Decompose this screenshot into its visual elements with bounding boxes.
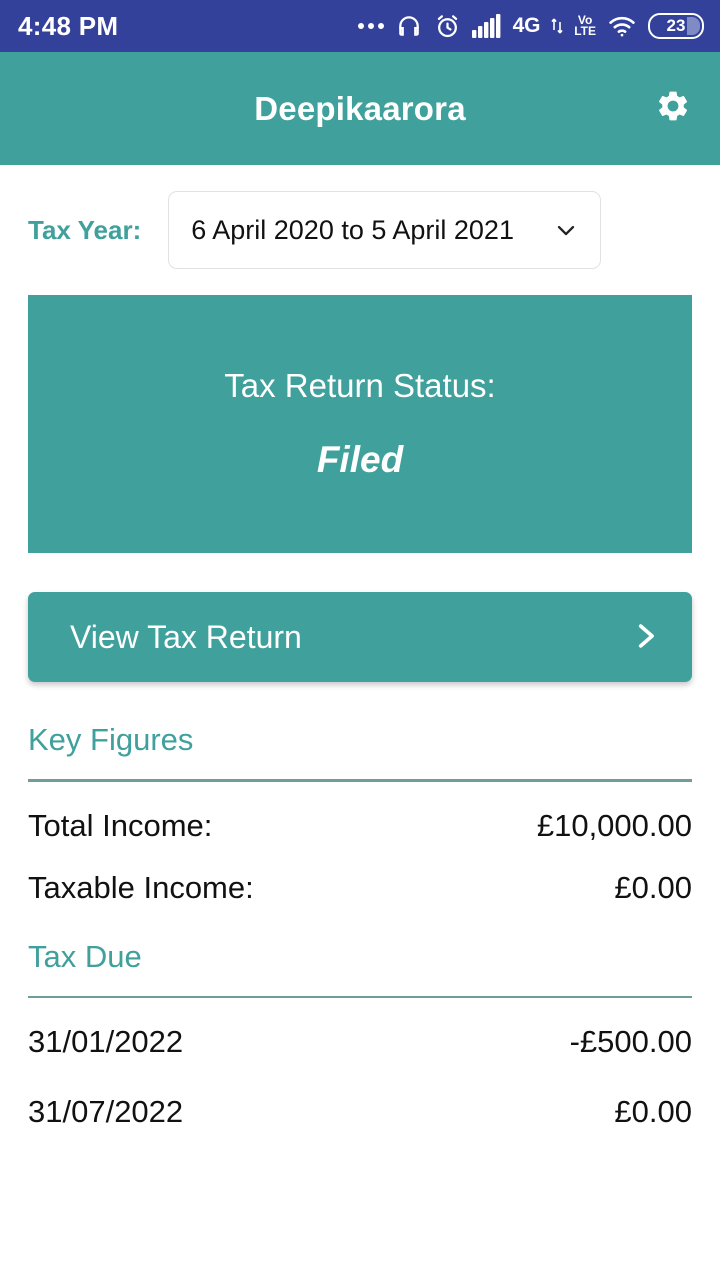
table-row: Taxable Income: £0.00 xyxy=(28,844,692,906)
row-label: 31/07/2022 xyxy=(28,1094,184,1129)
table-row: Total Income: £10,000.00 xyxy=(28,782,692,844)
status-badge: Filed xyxy=(316,439,404,480)
view-tax-return-label: View Tax Return xyxy=(70,618,302,655)
gear-icon xyxy=(655,88,691,129)
tax-due-section-header: Tax Due xyxy=(28,938,692,998)
battery-level-label: 23 xyxy=(666,16,686,35)
key-figures-section-header: Key Figures xyxy=(28,722,692,782)
tax-return-status-card: Tax Return Status: Filed xyxy=(28,295,692,553)
more-dots-icon xyxy=(357,23,384,29)
wifi-icon xyxy=(607,14,637,38)
tax-year-dropdown[interactable]: 6 April 2020 to 5 April 2021 xyxy=(168,191,602,269)
headphones-icon xyxy=(395,13,423,39)
network-type-icon: 4G xyxy=(512,14,541,37)
app-screen: 4:48 PM 4G Vo LTE 23 Deepikaarora Tax Ye… xyxy=(0,0,720,1280)
key-figures-title: Key Figures xyxy=(28,722,194,757)
signal-bars-icon xyxy=(471,14,502,38)
chevron-right-icon xyxy=(628,617,662,658)
battery-indicator: 23 xyxy=(648,13,704,39)
table-row: 31/07/2022 £0.00 xyxy=(28,1060,692,1130)
alarm-clock-icon xyxy=(434,13,461,40)
app-bar: Deepikaarora xyxy=(0,52,720,165)
tax-year-selected-value: 6 April 2020 to 5 April 2021 xyxy=(191,214,514,245)
status-bar-clock: 4:48 PM xyxy=(18,10,119,41)
table-row: 31/01/2022 -£500.00 xyxy=(28,998,692,1060)
tax-return-status-label: Tax Return Status: xyxy=(224,367,496,404)
view-tax-return-button[interactable]: View Tax Return xyxy=(28,592,692,682)
volte-icon: Vo LTE xyxy=(574,14,596,38)
settings-button[interactable] xyxy=(650,86,696,132)
status-bar-icons: 4G Vo LTE 23 xyxy=(357,13,704,40)
chevron-down-icon xyxy=(552,216,580,244)
row-value: -£500.00 xyxy=(569,1024,692,1059)
row-value: £10,000.00 xyxy=(536,807,692,843)
page-title: Deepikaarora xyxy=(254,89,466,127)
row-label: 31/01/2022 xyxy=(28,1024,184,1059)
tax-due-title: Tax Due xyxy=(28,938,142,974)
tax-year-row: Tax Year: 6 April 2020 to 5 April 2021 xyxy=(0,165,720,269)
main-content: Tax Year: 6 April 2020 to 5 April 2021 T… xyxy=(0,165,720,1130)
row-label: Taxable Income: xyxy=(28,869,254,905)
row-value: £0.00 xyxy=(614,869,692,905)
volte-bottom-label: LTE xyxy=(574,24,596,38)
row-label: Total Income: xyxy=(28,807,213,843)
row-value: £0.00 xyxy=(614,1094,692,1129)
data-arrows-icon xyxy=(551,16,563,36)
tax-year-label: Tax Year: xyxy=(28,214,142,245)
status-bar: 4:48 PM 4G Vo LTE 23 xyxy=(0,0,720,52)
